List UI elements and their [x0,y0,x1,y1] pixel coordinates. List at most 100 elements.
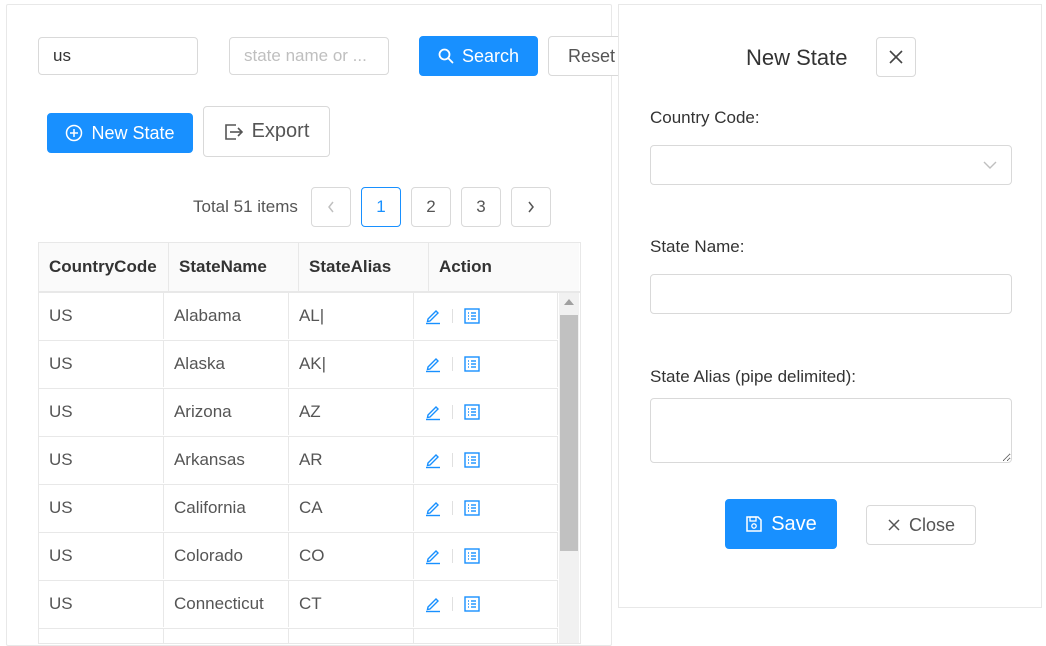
cell-state-alias: AL| [289,293,414,339]
cell-country-code [39,629,164,643]
pagination-page-3[interactable]: 3 [461,187,501,227]
table-row: US Arizona AZ [39,389,559,437]
cell-state-name: Connecticut [164,581,289,627]
state-list-panel: Search Reset New State Export Total 51 i… [6,4,628,646]
reset-button-label: Reset [568,45,616,66]
action-divider [451,309,453,323]
pagination-total: Total 51 items [193,197,298,216]
table-body: US Alabama AL| US Alaska AK| US Arizona AZ US Arka… [39,293,559,643]
action-divider [451,405,453,419]
pagination-prev-button[interactable] [311,187,351,227]
cell-actions [414,581,559,627]
cell-state-alias: AK| [289,341,414,387]
cell-country-code: US [39,581,164,627]
export-button[interactable]: Export [203,106,330,157]
save-button[interactable]: Save [725,499,837,549]
action-divider [451,501,453,515]
states-table: CountryCode StateName StateAlias Action … [38,242,581,644]
edit-icon[interactable] [424,451,442,469]
cell-country-code: US [39,389,164,435]
pagination-next-button[interactable] [511,187,551,227]
edit-icon[interactable] [424,595,442,613]
edit-icon[interactable] [424,355,442,373]
edit-icon[interactable] [424,547,442,565]
page-number: 1 [376,197,386,216]
state-search-input[interactable] [229,37,389,75]
details-icon[interactable] [463,307,481,325]
cell-state-alias: AZ [289,389,414,435]
action-divider [451,453,453,467]
cell-state-name: Arkansas [164,437,289,483]
page-number: 3 [476,197,486,216]
details-icon[interactable] [463,547,481,565]
close-button-label: Close [908,514,956,535]
details-icon[interactable] [463,499,481,517]
country-code-label: Country Code: [650,108,760,127]
cell-state-name: Alaska [164,341,289,387]
cell-country-code: US [39,437,164,483]
details-icon[interactable] [463,595,481,613]
pagination-page-1[interactable]: 1 [361,187,401,227]
action-divider [451,549,453,563]
details-icon[interactable] [463,451,481,469]
chevron-left-icon [326,200,336,214]
cell-state-name: Arizona [164,389,289,435]
cell-country-code: US [39,533,164,579]
table-row: US Colorado CO [39,533,559,581]
country-filter-input[interactable] [38,37,198,75]
scrollbar-thumb[interactable] [560,315,578,551]
search-button[interactable]: Search [419,36,538,76]
column-header-countrycode[interactable]: CountryCode [39,243,169,291]
new-state-button[interactable]: New State [47,113,193,153]
table-row: US Alaska AK| [39,341,559,389]
drawer-title: New State [746,45,848,70]
state-name-input[interactable] [650,274,1012,314]
cell-actions [414,341,559,387]
plus-circle-icon [65,124,83,142]
state-name-label: State Name: [650,237,745,256]
cell-state-alias: CO [289,533,414,579]
new-state-drawer: New State Country Code: State Name: Stat… [618,4,1042,608]
cell-actions [414,389,559,435]
export-button-label: Export [251,120,310,142]
close-button[interactable]: Close [866,505,976,545]
drawer-close-button[interactable] [876,37,916,77]
cell-state-alias: AR [289,437,414,483]
column-header-statealias[interactable]: StateAlias [299,243,429,291]
cell-country-code: US [39,293,164,339]
table-row: US California CA [39,485,559,533]
close-icon [887,518,901,532]
table-scrollbar[interactable] [559,293,579,643]
save-icon [745,515,763,533]
state-alias-textarea[interactable] [650,398,1012,463]
scroll-up-arrow-icon[interactable] [564,299,574,305]
details-icon[interactable] [463,403,481,421]
table-header: CountryCode StateName StateAlias Action [39,243,580,293]
column-header-action: Action [429,243,579,291]
chevron-right-icon [526,200,536,214]
edit-icon[interactable] [424,307,442,325]
action-divider [451,357,453,371]
cell-state-name [164,629,289,643]
cell-state-name: Colorado [164,533,289,579]
country-code-select[interactable] [650,145,1012,185]
state-alias-label: State Alias (pipe delimited): [650,367,856,386]
edit-icon[interactable] [424,499,442,517]
cell-actions [414,485,559,531]
export-icon [224,123,244,141]
action-divider [451,597,453,611]
edit-icon[interactable] [424,403,442,421]
pagination-page-2[interactable]: 2 [411,187,451,227]
cell-country-code: US [39,485,164,531]
cell-state-alias: CA [289,485,414,531]
search-button-label: Search [461,45,520,66]
details-icon[interactable] [463,355,481,373]
cell-state-alias [289,629,414,643]
cell-state-name: California [164,485,289,531]
cell-actions [414,437,559,483]
reset-button[interactable]: Reset [548,36,628,76]
search-icon [438,48,454,64]
column-header-statename[interactable]: StateName [169,243,299,291]
cell-actions [414,293,559,339]
cell-state-name: Alabama [164,293,289,339]
